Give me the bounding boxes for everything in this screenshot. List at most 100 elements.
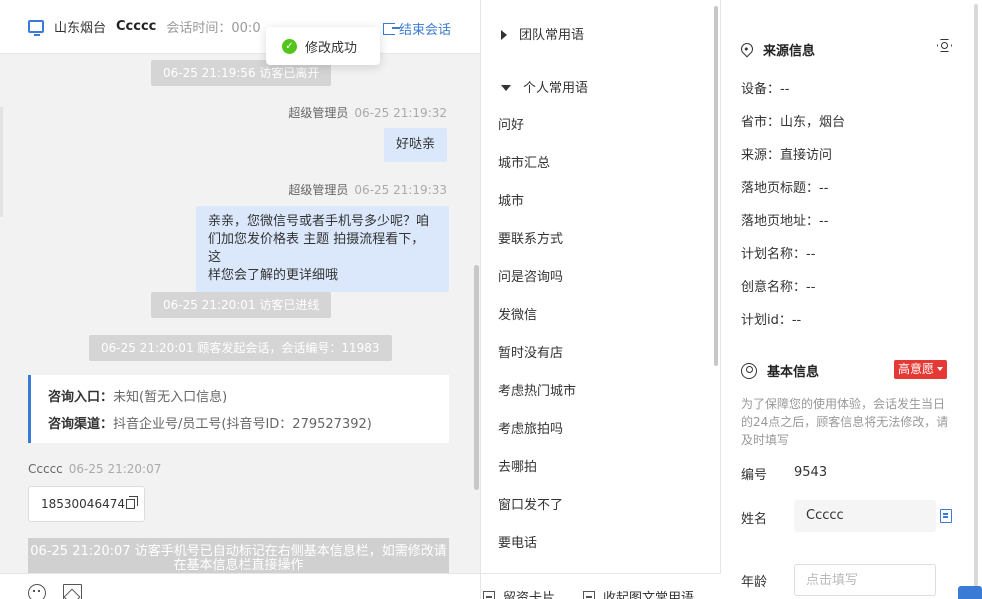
visitor-location: 山东烟台 [54, 21, 107, 36]
end-session-label: 结束会话 [399, 23, 452, 38]
document-icon[interactable] [940, 509, 952, 523]
user-icon [741, 363, 757, 379]
settings-icon[interactable] [937, 39, 952, 52]
image-icon[interactable] [63, 584, 82, 599]
monitor-icon [28, 20, 44, 36]
group-label: 团队常用语 [519, 28, 585, 43]
id-value: 9543 [794, 465, 828, 480]
panel-edge [0, 107, 3, 217]
phrase-item[interactable]: 暂时没有店 [498, 342, 563, 361]
app-root: 山东烟台 Ccccc 会话时间：00:0 结束会话 06-25 21:19:56… [0, 0, 982, 599]
agent-message-bubble: 好哒亲 [383, 128, 447, 162]
phrase-item[interactable]: 要联系方式 [498, 228, 563, 247]
lead-card-button[interactable]: 留资卡片 [483, 587, 555, 599]
source-landing-url: 落地页地址：-- [741, 214, 829, 229]
agent-message-bubble: 亲亲，您微信号或者手机号多少呢？咱 们加您发价格表 主题 拍摄流程看下，这 样您… [196, 206, 449, 292]
phrase-item[interactable]: 问是咨询吗 [498, 266, 563, 285]
source-creative-name: 创意名称：-- [741, 280, 816, 295]
source-plan-name: 计划名称：-- [741, 247, 816, 262]
message-time: 06-25 21:19:33 [354, 183, 447, 197]
phrase-item[interactable]: 考虑旅拍吗 [498, 418, 563, 437]
basic-info-label: 基本信息 [767, 365, 820, 380]
source-plan-id: 计划id：-- [741, 313, 802, 328]
end-session-button[interactable]: 结束会话 [383, 19, 451, 38]
message-time: 06-25 21:20:07 [68, 462, 162, 476]
message-line: 亲亲，您微信号或者手机号多少呢？咱 [208, 214, 430, 229]
system-message: 06-25 21:20:01 访客已进线 [151, 292, 332, 318]
system-notice-line: 06-25 21:20:07 访客手机号已自动标记在右侧基本信息栏，如需修改请 [30, 544, 447, 559]
message-time: 06-25 21:19:32 [354, 106, 447, 120]
copy-icon[interactable] [125, 496, 138, 509]
phrase-item[interactable]: 城市汇总 [498, 152, 550, 171]
emoji-icon[interactable] [28, 584, 46, 599]
caret-down-icon [501, 85, 511, 91]
age-input[interactable] [794, 564, 936, 596]
phrases-panel: 团队常用语 个人常用语 问好 城市汇总 城市 要联系方式 问是咨询吗 发微信 暂… [481, 0, 721, 599]
source-device: 设备：-- [741, 82, 790, 97]
system-message: 06-25 21:20:01 顾客发起会话，会话编号：11983 [89, 335, 392, 361]
chevron-down-icon [937, 367, 944, 371]
message-line: 们加您发价格表 主题 拍摄流程看下，这 [208, 232, 425, 265]
name-label: 姓名 [741, 512, 768, 527]
phrase-item[interactable]: 窗口发不了 [498, 494, 563, 513]
chat-toolbar [0, 573, 480, 599]
message-meta: 超级管理员 06-25 21:19:32 [288, 104, 447, 121]
phrases-scrollbar[interactable] [714, 6, 718, 366]
phrase-item[interactable]: 城市 [498, 190, 524, 209]
caret-right-icon [501, 30, 507, 40]
phrase-item[interactable]: 要电话 [498, 532, 537, 551]
sender-name: Ccccc [28, 462, 63, 476]
intent-level-label: 高意愿 [898, 362, 935, 376]
location-pin-icon [738, 40, 756, 58]
source-info-title: 来源信息 [738, 40, 816, 59]
customer-info-panel: 来源信息 设备：-- 省市：山东，烟台 来源：直接访问 落地页标题：-- 落地页… [722, 0, 982, 599]
message-meta: Ccccc 06-25 21:20:07 [28, 462, 161, 476]
name-field[interactable]: Ccccc [794, 500, 936, 532]
visitor-message-bubble: 18530046474 [28, 486, 145, 522]
phrase-item[interactable]: 问好 [498, 114, 524, 133]
message-meta: 超级管理员 06-25 21:19:33 [288, 181, 447, 198]
toast-text: 修改成功 [305, 40, 358, 56]
system-notice-line: 在基本信息栏直接操作 [173, 558, 304, 573]
phrase-item[interactable]: 发微信 [498, 304, 537, 323]
chat-panel: 山东烟台 Ccccc 会话时间：00:0 结束会话 06-25 21:19:56… [0, 0, 481, 599]
consult-entry-key: 咨询入口： [48, 390, 114, 405]
session-time: 会话时间：00:0 [166, 21, 261, 36]
exit-icon [383, 23, 400, 35]
phrase-item[interactable]: 去哪拍 [498, 456, 537, 475]
group-label: 个人常用语 [523, 81, 589, 96]
team-phrases-group[interactable]: 团队常用语 [501, 24, 584, 43]
chat-scrollbar[interactable] [474, 265, 479, 490]
edit-notice: 为了保障您的使用体验，会话发生当日的24点之后，顾客信息将无法修改，请及时填写 [741, 397, 949, 447]
source-province: 省市：山东，烟台 [741, 115, 846, 130]
consult-channel-key: 咨询渠道： [48, 417, 114, 432]
check-circle-icon: ✓ [282, 38, 297, 54]
message-line: 样您会了解的更详细哦 [208, 268, 339, 283]
source-origin: 来源：直接访问 [741, 148, 833, 163]
consult-channel-row: 咨询渠道：抖音企业号/员工号(抖音号ID：279527392) [48, 411, 449, 438]
phrases-toolbar: 留资卡片 收起图文常用语 [481, 573, 721, 599]
consult-entry-value: 未知(暂无入口信息) [113, 390, 228, 405]
success-toast: ✓ 修改成功 [266, 27, 380, 65]
card-icon [483, 591, 495, 599]
intent-level-dropdown[interactable]: 高意愿 [894, 360, 948, 379]
phrase-item[interactable]: 考虑热门城市 [498, 380, 576, 399]
personal-phrases-group[interactable]: 个人常用语 [501, 77, 588, 96]
collapse-phrases-button[interactable]: 收起图文常用语 [583, 587, 694, 599]
collapse-phrases-label: 收起图文常用语 [603, 591, 695, 599]
info-scrollbar[interactable] [974, 4, 978, 589]
phone-number: 18530046474 [41, 497, 125, 511]
source-info-label: 来源信息 [763, 44, 816, 59]
visitor-name: Ccccc [116, 19, 157, 34]
lead-card-label: 留资卡片 [503, 591, 556, 599]
system-notice: 06-25 21:20:07 访客手机号已自动标记在右侧基本信息栏，如需修改请 … [28, 538, 449, 574]
sender-name: 超级管理员 [288, 183, 349, 197]
age-label: 年龄 [741, 575, 768, 590]
consult-entry-row: 咨询入口：未知(暂无入口信息) [48, 384, 449, 411]
consult-info-card: 咨询入口：未知(暂无入口信息) 咨询渠道：抖音企业号/员工号(抖音号ID：279… [28, 375, 449, 443]
id-label: 编号 [741, 468, 768, 483]
sender-name: 超级管理员 [288, 106, 349, 120]
collapse-icon [583, 591, 595, 599]
source-landing-title: 落地页标题：-- [741, 181, 829, 196]
floating-action-button[interactable] [958, 586, 982, 599]
